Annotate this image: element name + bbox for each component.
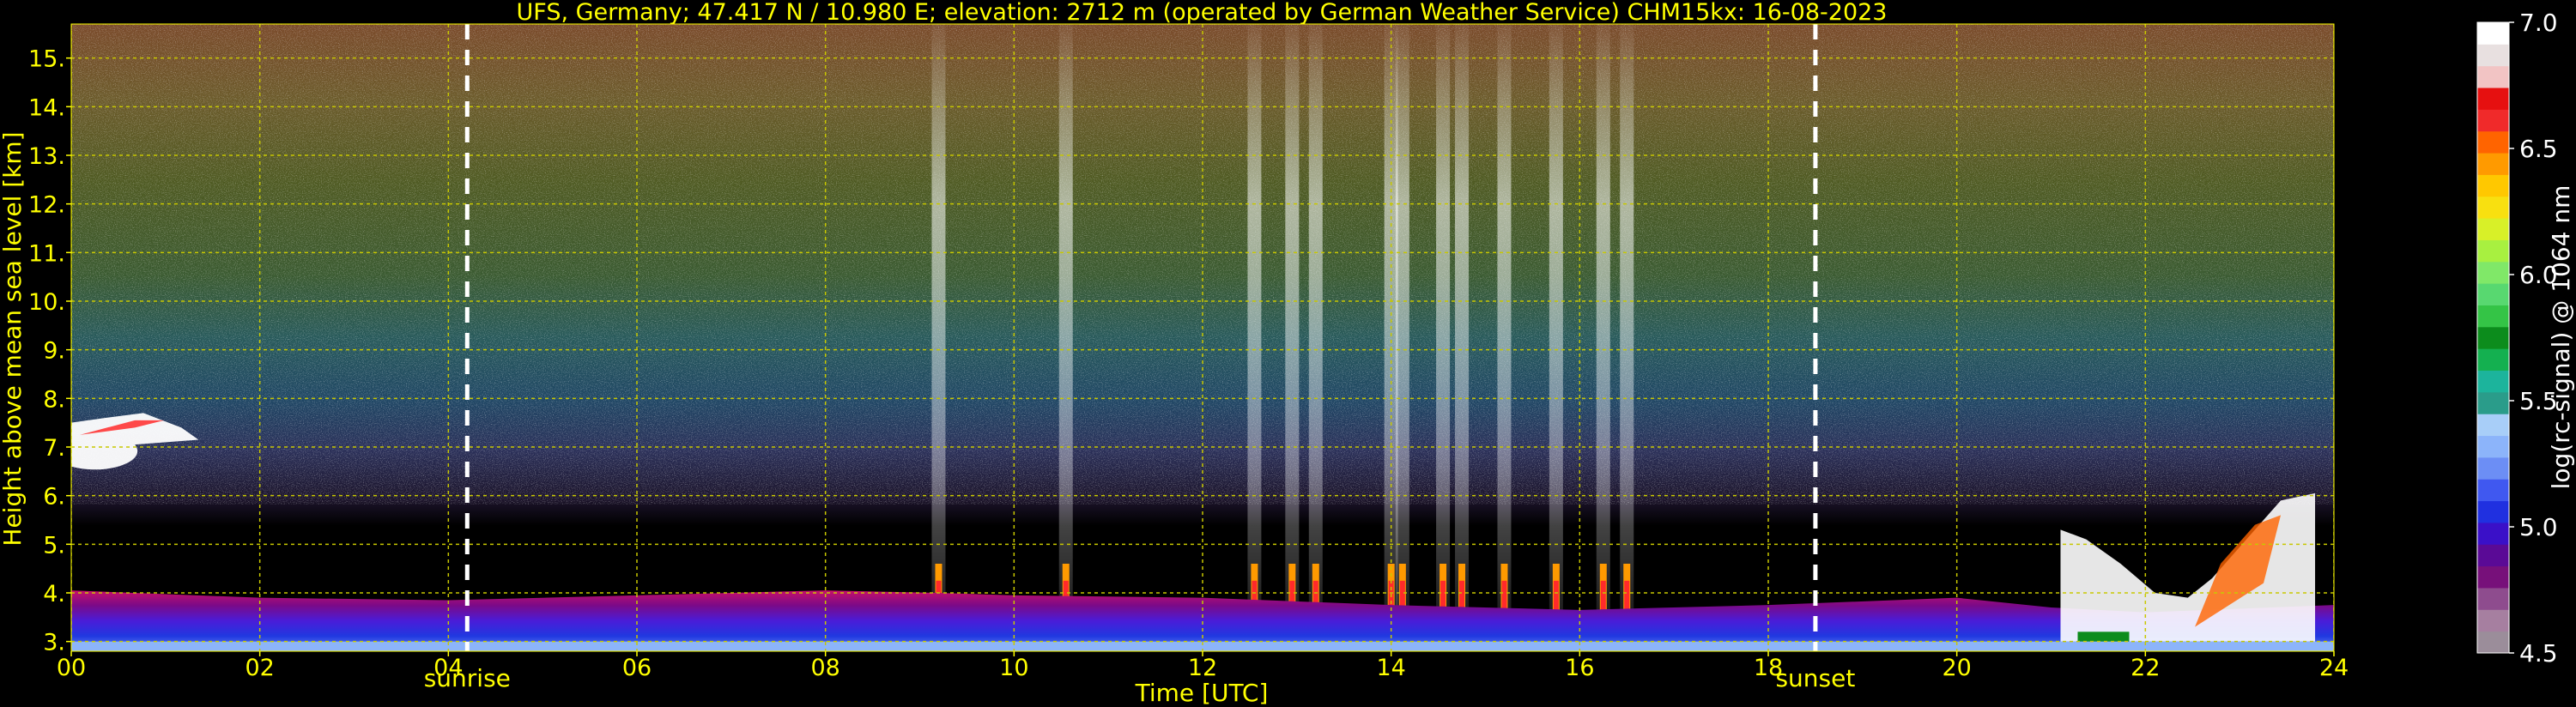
plume-column	[1285, 24, 1300, 622]
x-tick-label: 16	[1565, 655, 1594, 681]
colorbar-cell	[2477, 196, 2509, 219]
colorbar-cell	[2477, 456, 2509, 480]
colorbar-tick-label: 4.5	[2519, 639, 2558, 668]
sunset-label: sunset	[1775, 664, 1855, 692]
colorbar-cell	[2477, 479, 2509, 502]
colorbar-cell	[2477, 544, 2509, 567]
plume-column	[1436, 24, 1451, 622]
lidar-chart: 00 02 04 06 08 10 12 14 16 18 20 22 24 3.4.5.6.7.8.9…	[0, 0, 2575, 707]
plume-column	[1308, 24, 1323, 622]
x-tick-label: 06	[622, 655, 652, 681]
colorbar-cell	[2477, 174, 2509, 197]
x-tick-label: 24	[2319, 655, 2349, 681]
colorbar-cell	[2477, 587, 2509, 610]
y-tick-label: 4.	[43, 581, 65, 607]
y-tick-label: 3.	[43, 630, 65, 656]
plume-column	[1497, 24, 1512, 622]
colorbar-cell	[2477, 130, 2509, 154]
y-tick-label: 6.	[43, 484, 65, 511]
plot-area	[71, 24, 2334, 651]
colorbar-cell	[2477, 239, 2509, 263]
y-axis: 3. 4. 5. 6. 7. 8. 9. 10. 11. 12. 13. 14. 15.	[28, 46, 71, 656]
y-tick-label: 13.	[28, 143, 65, 170]
plume-column	[1549, 24, 1563, 622]
colorbar-cell	[2477, 44, 2509, 67]
colorbar-cell	[2477, 500, 2509, 523]
plume-column	[931, 24, 946, 622]
colorbar-cell	[2477, 414, 2509, 437]
colorbar-cell	[2477, 609, 2509, 632]
x-axis: 00 02 04 06 08 10 12 14 16 18 20 22 24	[57, 651, 2349, 681]
plume-column	[1620, 24, 1634, 622]
colorbar-cell	[2477, 153, 2509, 175]
colorbar-tick-label: 7.0	[2519, 9, 2558, 37]
colorbar-cell	[2477, 348, 2509, 372]
x-tick-label: 22	[2131, 655, 2160, 681]
colorbar-cell	[2477, 261, 2509, 284]
colorbar-tick-label: 6.5	[2519, 135, 2558, 163]
y-tick-label: 7.	[43, 435, 65, 462]
y-tick-label: 5.	[43, 532, 65, 559]
colorbar-tick-label: 5.0	[2519, 513, 2558, 541]
colorbar-cells	[2477, 22, 2509, 654]
colorbar-cell	[2477, 435, 2509, 458]
x-tick-label: 08	[810, 655, 839, 681]
colorbar-cell	[2477, 22, 2509, 45]
x-tick-label: 10	[999, 655, 1028, 681]
colorbar-cell	[2477, 88, 2509, 110]
y-tick-label: 14.	[28, 94, 65, 121]
y-tick-label: 9.	[43, 338, 65, 365]
sunrise-label: sunrise	[424, 664, 511, 692]
x-tick-label: 14	[1376, 655, 1405, 681]
colorbar-cell	[2477, 218, 2509, 240]
plume-column	[1455, 24, 1470, 622]
colorbar-cell	[2477, 283, 2509, 305]
y-tick-label: 8.	[43, 386, 65, 413]
x-tick-label: 00	[57, 655, 86, 681]
colorbar-cell	[2477, 522, 2509, 545]
colorbar-cell	[2477, 305, 2509, 328]
plume-column	[1247, 24, 1262, 622]
colorbar-cell	[2477, 631, 2509, 654]
colorbar: 4.55.05.56.06.57.0 log(rc-signal) @ 1064…	[2476, 9, 2575, 668]
colorbar-cell	[2477, 370, 2509, 393]
cloud-late-base	[2077, 631, 2130, 642]
colorbar-cell	[2477, 565, 2509, 589]
x-tick-label: 02	[245, 655, 274, 681]
y-axis-label: Height above mean sea level [km]	[0, 131, 27, 546]
y-tick-label: 12.	[28, 192, 65, 219]
colorbar-cell	[2477, 326, 2509, 349]
y-tick-label: 11.	[28, 240, 65, 267]
plume-column	[1596, 24, 1610, 622]
plume-column	[1058, 24, 1073, 622]
chart-title: UFS, Germany; 47.417 N / 10.980 E; eleva…	[517, 0, 1888, 26]
colorbar-label: log(rc-signal) @ 1064 nm	[2547, 185, 2575, 490]
colorbar-cell	[2477, 109, 2509, 132]
y-tick-label: 15.	[28, 46, 65, 73]
plume-column	[1395, 24, 1409, 622]
x-tick-label: 12	[1188, 655, 1217, 681]
x-axis-label: Time [UTC]	[1135, 679, 1269, 707]
x-tick-label: 20	[1942, 655, 1971, 681]
colorbar-cell	[2477, 391, 2509, 414]
colorbar-cell	[2477, 65, 2509, 88]
y-tick-label: 10.	[28, 289, 65, 316]
